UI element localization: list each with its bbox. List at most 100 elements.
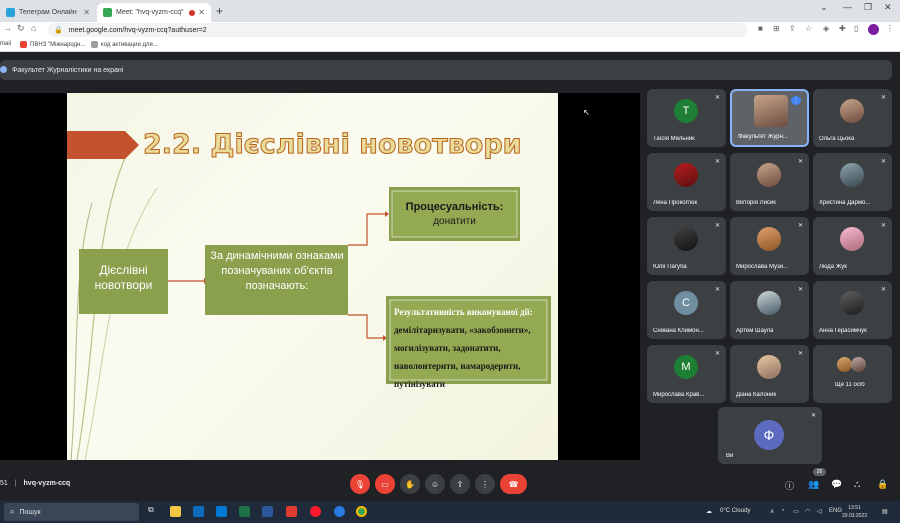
excel-icon[interactable]: [239, 506, 250, 517]
bookmark-mail[interactable]: mail: [0, 41, 11, 47]
more-participants-tile[interactable]: Ще 11 осіб: [813, 345, 892, 403]
store-icon[interactable]: [216, 506, 227, 517]
file-explorer-icon[interactable]: [170, 506, 181, 517]
notifications-icon[interactable]: ▤: [882, 508, 888, 515]
taskbar-search[interactable]: ⌕ Пошук: [4, 503, 139, 521]
battery-icon[interactable]: ▭: [793, 508, 799, 515]
participant-tile[interactable]: ✕ Анна Герасимчук: [813, 281, 892, 339]
avatar: [757, 355, 781, 379]
chat-icon[interactable]: 💬: [831, 479, 842, 490]
new-tab-button[interactable]: +: [216, 4, 223, 18]
activities-icon[interactable]: ⛬: [854, 479, 860, 490]
word-icon[interactable]: [262, 506, 273, 517]
sidebar-icon[interactable]: ▯: [854, 24, 858, 33]
participant-tile[interactable]: ✕ Артем Шаула: [730, 281, 809, 339]
close-icon[interactable]: ✕: [198, 8, 205, 17]
participant-name: Ще 11 осіб: [835, 382, 865, 388]
reactions-button[interactable]: ☺: [425, 474, 445, 494]
bookmark-activation-code[interactable]: код активации для...: [91, 41, 158, 48]
participant-name: Мирослава Крав...: [653, 392, 705, 398]
wifi-icon[interactable]: ◠: [805, 508, 810, 515]
box-bottom-heading: Результативність виконуваної дії:: [394, 307, 533, 317]
raise-hand-button[interactable]: ✋: [400, 474, 420, 494]
avatar[interactable]: [868, 24, 879, 35]
messenger-icon[interactable]: [334, 506, 345, 517]
language-indicator[interactable]: ENG: [829, 508, 842, 514]
opera-icon[interactable]: [310, 506, 321, 517]
avatar: [840, 163, 864, 187]
meet-controls-bar: 51 | hvq-vyzm-ccq 🎙 ▭ ✋ ☺ ⇧ ⋮ ☎ ⓘ 👥 💬 ⛬ …: [0, 470, 900, 498]
participant-tile[interactable]: ✕ Лена Прокоп'юк: [647, 153, 726, 211]
home-icon[interactable]: ⌂: [31, 23, 36, 33]
avatar: Т: [674, 99, 698, 123]
participant-name: Ви: [726, 453, 734, 459]
close-icon[interactable]: ✕: [83, 8, 90, 17]
participant-name: Юля Пагуба: [653, 264, 687, 270]
minimize-icon[interactable]: —: [843, 2, 852, 12]
mic-off-icon: ✕: [714, 351, 720, 357]
participants-count-badge: 26: [813, 468, 826, 476]
participant-tile[interactable]: ✕ Мирослава Музи...: [730, 217, 809, 275]
lock-icon[interactable]: 🔒: [877, 479, 888, 490]
microphone-off-button[interactable]: 🎙: [350, 474, 370, 494]
participant-name: Христина Дармо...: [819, 200, 871, 206]
participant-tile[interactable]: ✕ Ольга Цьока: [813, 89, 892, 147]
mail-icon[interactable]: [193, 506, 204, 517]
participant-name: Анна Герасимчук: [819, 328, 867, 334]
star-icon[interactable]: ☆: [805, 24, 812, 33]
participant-name: Таїсія Мельник: [653, 136, 695, 142]
self-view-tile[interactable]: ✕ Ф Ви: [718, 407, 822, 464]
close-window-icon[interactable]: ✕: [884, 2, 892, 13]
url-text: meet.google.com/hvq-vyzm-ccq?authuser=2: [68, 26, 207, 34]
maximize-icon[interactable]: ❐: [864, 2, 872, 13]
avatar: [840, 227, 864, 251]
leave-call-button[interactable]: ☎: [500, 474, 527, 494]
slide-title: 2.2. Дієслівні новотвори: [143, 129, 523, 161]
recording-icon: [189, 9, 196, 16]
avatar: [840, 99, 864, 123]
participant-tile[interactable]: ✕ М Мирослава Крав...: [647, 345, 726, 403]
participant-tile[interactable]: ✕ Люда Жук: [813, 217, 892, 275]
pdf-reader-icon[interactable]: [286, 506, 297, 517]
google-icon: [20, 41, 27, 48]
participant-tile[interactable]: ✕ Юля Пагуба: [647, 217, 726, 275]
chevron-down-icon[interactable]: ⌄: [820, 2, 828, 13]
shield-icon[interactable]: ◈: [823, 24, 829, 33]
participant-name: Мирослава Музи...: [736, 264, 789, 270]
more-options-button[interactable]: ⋮: [475, 474, 495, 494]
translate-icon[interactable]: ⊞: [773, 24, 780, 33]
back-icon[interactable]: →: [3, 23, 12, 33]
present-button[interactable]: ⇧: [450, 474, 470, 494]
menu-icon[interactable]: ⋮: [886, 24, 894, 33]
bookmark-university[interactable]: ПВНЗ "Міжнародн...: [20, 41, 85, 48]
participant-tile[interactable]: ✕ Христина Дармо...: [813, 153, 892, 211]
share-icon[interactable]: ⇪: [789, 24, 796, 33]
connector-arrowhead: [385, 211, 389, 217]
participant-tile[interactable]: ✕ С Сніжана Климон...: [647, 281, 726, 339]
tray-chevron-icon[interactable]: ∧: [770, 508, 774, 515]
avatar: [757, 227, 781, 251]
participant-name: Діана Калоник: [736, 392, 777, 398]
reload-icon[interactable]: ↻: [17, 23, 25, 34]
task-view-icon[interactable]: ⧉: [148, 505, 159, 516]
participant-tile[interactable]: ✕ Вікторія Лисик: [730, 153, 809, 211]
people-icon[interactable]: 👥: [808, 479, 819, 490]
camera-icon[interactable]: ■: [758, 24, 763, 33]
volume-icon[interactable]: ◁: [817, 508, 822, 515]
chrome-icon[interactable]: [356, 506, 367, 517]
network-icon[interactable]: ◔: [781, 508, 785, 514]
camera-off-button[interactable]: ▭: [375, 474, 395, 494]
extensions-icon[interactable]: ✚: [839, 24, 846, 33]
participant-tile[interactable]: ✕ Діана Калоник: [730, 345, 809, 403]
clock-time: 13:51: [848, 505, 861, 511]
participant-tile[interactable]: ⋮ Факультет Журн...: [730, 89, 809, 147]
tab-telegram[interactable]: Телеграм Онлайн ✕: [0, 3, 96, 22]
bookmark-label: код активации для...: [101, 41, 158, 48]
participant-tile[interactable]: ✕ Т Таїсія Мельник: [647, 89, 726, 147]
info-icon[interactable]: ⓘ: [785, 479, 794, 492]
search-placeholder: Пошук: [19, 508, 41, 516]
tab-meet[interactable]: Meet: "hvq-vyzm-ccq" ✕: [97, 3, 211, 22]
mic-off-icon: ✕: [880, 95, 886, 101]
address-bar[interactable]: 🔒 meet.google.com/hvq-vyzm-ccq?authuser=…: [48, 23, 748, 37]
taskbar-clock[interactable]: 13:51 29.03.2023: [842, 504, 867, 520]
